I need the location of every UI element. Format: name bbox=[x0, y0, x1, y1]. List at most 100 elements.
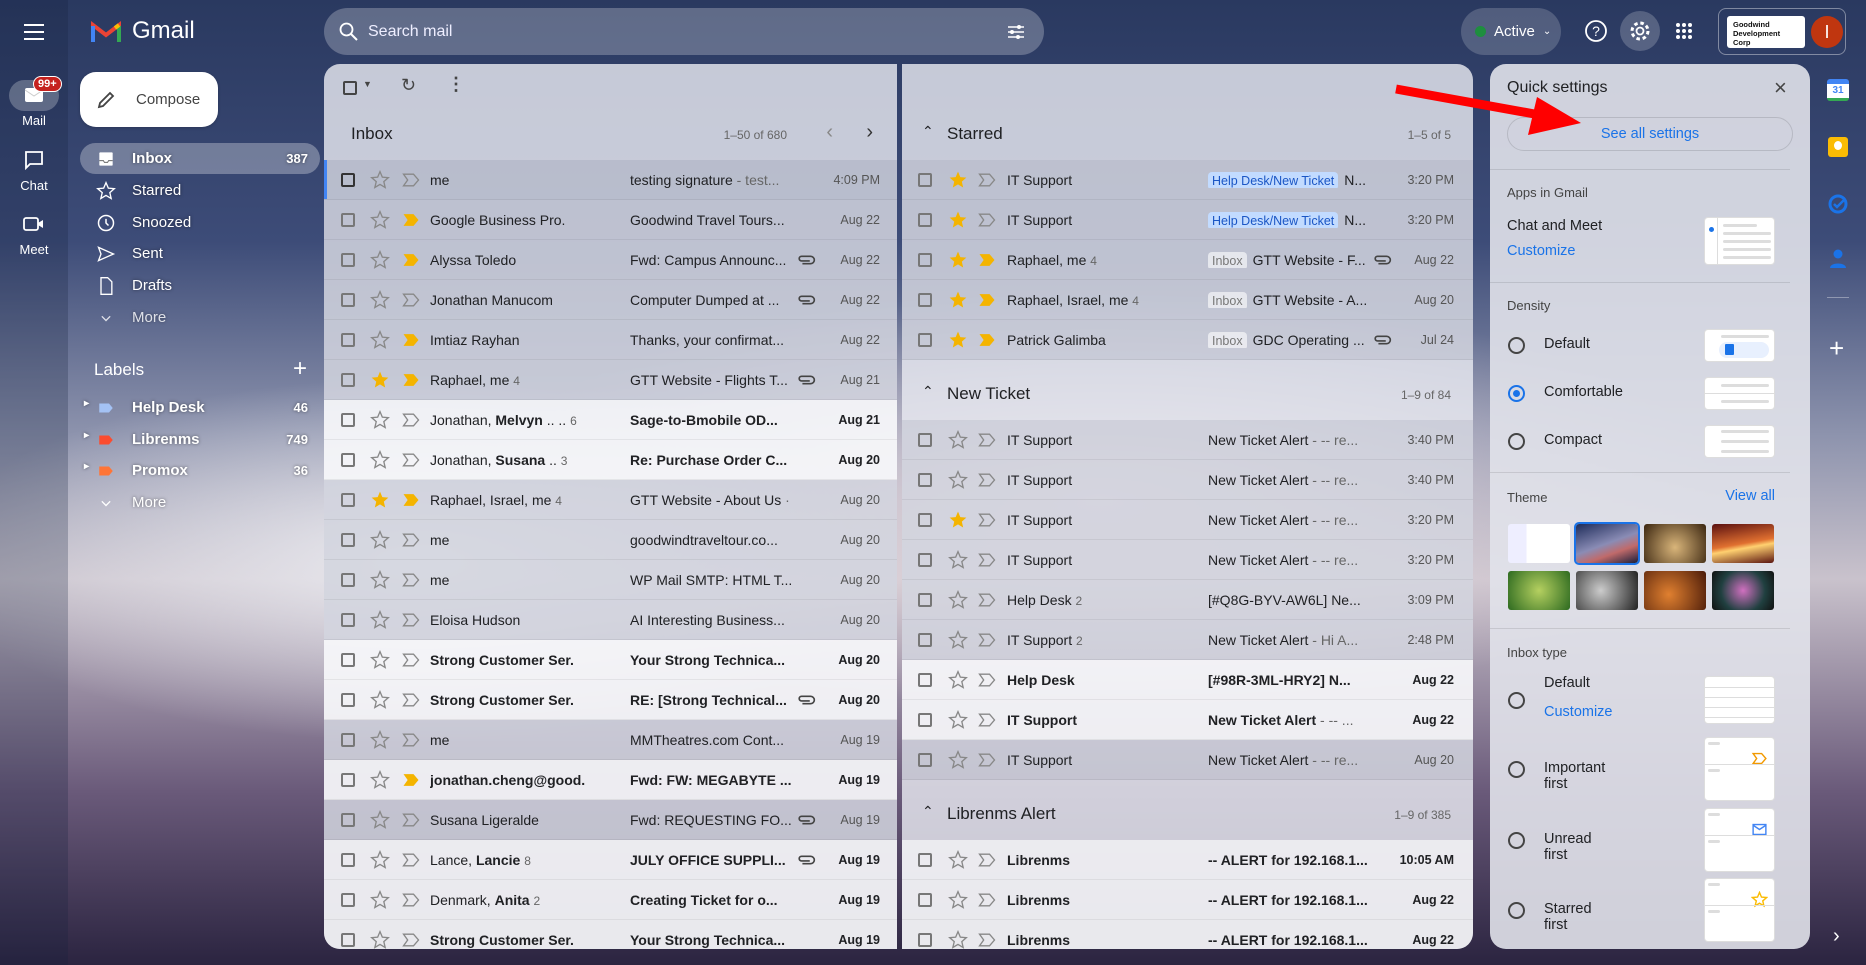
email-row[interactable]: IT Support Help Desk/New Ticket N... 3:20 P… bbox=[902, 160, 1473, 200]
row-checkbox[interactable] bbox=[341, 892, 355, 907]
theme-thumbnail[interactable] bbox=[1712, 571, 1774, 610]
search-icon[interactable] bbox=[338, 21, 359, 42]
sidebar-item-snoozed[interactable]: Snoozed bbox=[80, 207, 320, 238]
important-marker-icon[interactable] bbox=[401, 770, 421, 790]
row-checkbox[interactable] bbox=[341, 252, 355, 267]
important-marker-icon[interactable] bbox=[977, 210, 997, 230]
sidebar-item-more[interactable]: More bbox=[80, 302, 320, 333]
section-header[interactable]: ⌃ Librenms Alert 1–9 of 385 bbox=[902, 780, 1473, 840]
rail-mail-button[interactable]: 99+ bbox=[9, 76, 62, 111]
important-marker-icon[interactable] bbox=[401, 530, 421, 550]
chat-icon[interactable] bbox=[24, 150, 44, 170]
email-row[interactable]: Jonathan, Melvyn .. .. 6 Sage-to-Bmobile … bbox=[324, 400, 897, 440]
email-row[interactable]: IT Support New Ticket Alert - -- re... Aug… bbox=[902, 740, 1473, 780]
settings-button[interactable] bbox=[1620, 11, 1660, 51]
expand-arrow-icon[interactable]: ▸ bbox=[84, 398, 89, 409]
email-row[interactable]: Strong Customer Ser. Your Strong Technica… bbox=[324, 920, 897, 949]
email-row[interactable]: me goodwindtraveltour.co... Aug 20 bbox=[324, 520, 897, 560]
theme-thumbnail[interactable] bbox=[1574, 522, 1640, 565]
email-row[interactable]: IT Support New Ticket Alert - -- re... 3:4… bbox=[902, 460, 1473, 500]
starred-icon[interactable] bbox=[948, 250, 968, 270]
email-row[interactable]: me WP Mail SMTP: HTML T... Aug 20 bbox=[324, 560, 897, 600]
row-checkbox[interactable] bbox=[918, 332, 932, 347]
prev-page-icon[interactable]: ‹ bbox=[826, 121, 833, 144]
important-marker-icon[interactable] bbox=[401, 810, 421, 830]
select-all-checkbox[interactable] bbox=[343, 81, 357, 95]
email-row[interactable]: Librenms -- ALERT for 192.168.1... Aug 22 bbox=[902, 920, 1473, 949]
keep-icon[interactable] bbox=[1828, 137, 1848, 157]
row-checkbox[interactable] bbox=[918, 512, 932, 527]
expand-arrow-icon[interactable]: ▸ bbox=[84, 430, 89, 441]
email-row[interactable]: Raphael, me 4 GTT Website - Flights T... A… bbox=[324, 360, 897, 400]
help-icon[interactable]: ? bbox=[1584, 19, 1608, 43]
starred-icon[interactable] bbox=[948, 210, 968, 230]
important-marker-icon[interactable] bbox=[977, 290, 997, 310]
email-row[interactable]: Librenms -- ALERT for 192.168.1... 10:05 A… bbox=[902, 840, 1473, 880]
star-icon[interactable] bbox=[370, 289, 390, 310]
label-chip[interactable]: Inbox bbox=[1208, 331, 1247, 348]
star-icon[interactable] bbox=[370, 569, 390, 590]
section-header[interactable]: ⌃ Starred 1–5 of 5 bbox=[902, 64, 1473, 160]
email-row[interactable]: Denmark, Anita 2 Creating Ticket for o...… bbox=[324, 880, 897, 920]
email-row[interactable]: IT Support 2 New Ticket Alert - Hi A... 2:… bbox=[902, 620, 1473, 660]
star-icon[interactable] bbox=[948, 589, 968, 610]
email-row[interactable]: Strong Customer Ser. RE: [Strong Technica… bbox=[324, 680, 897, 720]
email-row[interactable]: IT Support New Ticket Alert - -- ... Aug 2… bbox=[902, 700, 1473, 740]
star-icon[interactable] bbox=[370, 529, 390, 550]
important-marker-icon[interactable] bbox=[977, 430, 997, 450]
important-marker-icon[interactable] bbox=[977, 170, 997, 190]
email-row[interactable]: Eloisa Hudson AI Interesting Business... A… bbox=[324, 600, 897, 640]
collapse-chevron-icon[interactable]: ⌃ bbox=[922, 123, 934, 140]
important-marker-icon[interactable] bbox=[401, 690, 421, 710]
important-marker-icon[interactable] bbox=[977, 670, 997, 690]
label-chip[interactable]: Help Desk/New Ticket bbox=[1208, 211, 1339, 228]
important-marker-icon[interactable] bbox=[977, 590, 997, 610]
row-checkbox[interactable] bbox=[918, 592, 932, 607]
collapse-chevron-icon[interactable]: ⌃ bbox=[922, 803, 934, 820]
important-marker-icon[interactable] bbox=[401, 890, 421, 910]
star-icon[interactable] bbox=[370, 649, 390, 670]
label-chip[interactable]: Help Desk/New Ticket bbox=[1208, 171, 1339, 188]
star-icon[interactable] bbox=[370, 889, 390, 910]
add-addon-icon[interactable]: + bbox=[1829, 333, 1844, 364]
row-checkbox[interactable] bbox=[341, 692, 355, 707]
star-icon[interactable] bbox=[948, 429, 968, 450]
important-marker-icon[interactable] bbox=[401, 490, 421, 510]
email-row[interactable]: jonathan.cheng@good. Fwd: FW: MEGABYTE ..… bbox=[324, 760, 897, 800]
density-option-label[interactable]: Comfortable bbox=[1544, 384, 1623, 400]
star-icon[interactable] bbox=[948, 849, 968, 870]
next-page-icon[interactable]: › bbox=[866, 121, 873, 144]
row-checkbox[interactable] bbox=[918, 172, 932, 187]
compose-button[interactable]: Compose bbox=[80, 72, 218, 127]
row-checkbox[interactable] bbox=[918, 932, 932, 947]
status-dropdown[interactable]: Active ⌄ bbox=[1461, 8, 1561, 55]
row-checkbox[interactable] bbox=[341, 492, 355, 507]
inbox-type-label[interactable]: Starred first bbox=[1544, 901, 1592, 933]
row-checkbox[interactable] bbox=[341, 412, 355, 427]
contacts-icon[interactable] bbox=[1828, 248, 1848, 270]
important-marker-icon[interactable] bbox=[401, 930, 421, 950]
email-row[interactable]: IT Support New Ticket Alert - -- re... 3:2… bbox=[902, 500, 1473, 540]
close-icon[interactable]: × bbox=[1774, 75, 1787, 101]
starred-icon[interactable] bbox=[370, 490, 390, 510]
theme-thumbnail[interactable] bbox=[1712, 524, 1774, 563]
star-icon[interactable] bbox=[370, 849, 390, 870]
inbox-type-label[interactable]: Default bbox=[1544, 675, 1590, 691]
rail-meet-label[interactable]: Meet bbox=[0, 242, 68, 257]
theme-thumbnail[interactable] bbox=[1508, 571, 1570, 610]
collapse-chevron-icon[interactable]: ⌃ bbox=[922, 383, 934, 400]
account-switcher[interactable]: Goodwind Development Corp I bbox=[1718, 8, 1846, 55]
row-checkbox[interactable] bbox=[918, 552, 932, 567]
search-options-icon[interactable] bbox=[1006, 22, 1026, 42]
email-row[interactable]: Raphael, Israel, me 4 GTT Website - About… bbox=[324, 480, 897, 520]
email-row[interactable]: Strong Customer Ser. Your Strong Technica… bbox=[324, 640, 897, 680]
email-row[interactable]: IT Support New Ticket Alert - -- re... 3:4… bbox=[902, 420, 1473, 460]
row-checkbox[interactable] bbox=[341, 372, 355, 387]
email-row[interactable]: Raphael, me 4 Inbox GTT Website - F... Aug … bbox=[902, 240, 1473, 280]
star-icon[interactable] bbox=[948, 549, 968, 570]
important-marker-icon[interactable] bbox=[977, 630, 997, 650]
sidebar-labels-more[interactable]: More bbox=[80, 487, 320, 518]
email-row[interactable]: Help Desk [#98R-3ML-HRY2] N... Aug 22 bbox=[902, 660, 1473, 700]
row-checkbox[interactable] bbox=[341, 452, 355, 467]
sidebar-item-starred[interactable]: Starred bbox=[80, 175, 320, 206]
